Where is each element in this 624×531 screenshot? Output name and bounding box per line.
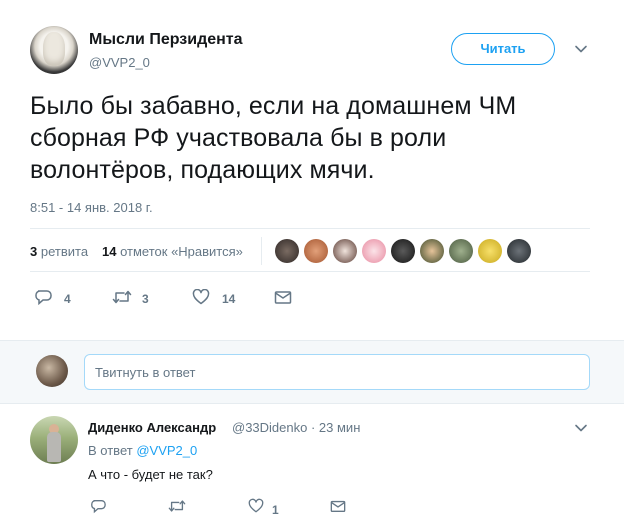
author-handle[interactable]: @VVP2_0 bbox=[89, 55, 150, 70]
retweet-icon bbox=[112, 290, 132, 304]
tweet-text: Было бы забавно, если на домашнем ЧМ сбо… bbox=[30, 92, 517, 184]
reply-author-avatar[interactable] bbox=[30, 416, 78, 464]
liker-avatar[interactable] bbox=[391, 239, 415, 263]
like-stat[interactable]: 14 отметок «Нравится» bbox=[102, 244, 243, 259]
reply-icon bbox=[91, 500, 106, 514]
liker-avatar[interactable] bbox=[275, 239, 299, 263]
reply-author-meta: @33Didenko · 23 мин bbox=[232, 420, 360, 435]
liker-avatar[interactable] bbox=[333, 239, 357, 263]
retweet-icon bbox=[168, 500, 186, 512]
in-reply-prefix: В ответ bbox=[88, 443, 133, 458]
liker-avatar[interactable] bbox=[507, 239, 531, 263]
author-name[interactable]: Мысли Перзидента bbox=[89, 31, 243, 49]
liker-avatar[interactable] bbox=[449, 239, 473, 263]
reply-reply-action[interactable] bbox=[90, 498, 106, 518]
chevron-down-icon[interactable] bbox=[574, 42, 588, 56]
reply-author-handle[interactable]: @33Didenko bbox=[232, 420, 307, 435]
chevron-down-icon[interactable] bbox=[574, 421, 588, 435]
in-reply-to: В ответ @VVP2_0 bbox=[88, 443, 197, 458]
retweet-stat[interactable]: 3 ретвита bbox=[30, 244, 88, 259]
liker-avatar[interactable] bbox=[420, 239, 444, 263]
reply-compose-bar: Твитнуть в ответ bbox=[0, 340, 624, 404]
reply-count: 4 bbox=[64, 292, 71, 306]
reply-icon bbox=[35, 290, 52, 305]
liker-avatar[interactable] bbox=[304, 239, 328, 263]
heart-icon bbox=[248, 498, 264, 513]
retweet-label: ретвита bbox=[40, 244, 89, 259]
like-count: 14 bbox=[102, 244, 117, 259]
envelope-icon bbox=[330, 500, 346, 512]
retweet-count: 3 bbox=[30, 244, 38, 259]
envelope-icon bbox=[274, 291, 292, 304]
reply-like-count: 1 bbox=[272, 503, 279, 517]
liker-avatar[interactable] bbox=[362, 239, 386, 263]
tweet-main: Мысли Перзидента @VVP2_0 Читать Было бы … bbox=[0, 0, 624, 340]
tweet-actions: 4 3 14 bbox=[30, 287, 330, 307]
liker-avatar[interactable] bbox=[478, 239, 502, 263]
author-avatar[interactable] bbox=[30, 26, 78, 74]
follow-button[interactable]: Читать bbox=[451, 33, 555, 65]
current-user-avatar[interactable] bbox=[36, 355, 68, 387]
reply-actions: 1 bbox=[88, 498, 388, 518]
retweet-count: 3 bbox=[142, 292, 149, 306]
reply-time[interactable]: · 23 мин bbox=[311, 420, 360, 435]
tweet-stats: 3 ретвита 14 отметок «Нравится» bbox=[30, 228, 590, 272]
reply-like-action[interactable]: 1 bbox=[248, 498, 279, 518]
in-reply-handle-link[interactable]: @VVP2_0 bbox=[136, 443, 197, 458]
heart-icon bbox=[192, 289, 210, 305]
like-count-action: 14 bbox=[222, 292, 236, 306]
reply-input[interactable]: Твитнуть в ответ bbox=[84, 354, 590, 390]
like-label: отметок «Нравится» bbox=[120, 244, 243, 259]
reply-author-name[interactable]: Диденко Александр bbox=[88, 420, 216, 435]
stats-divider bbox=[261, 237, 262, 265]
reply-tweet: Диденко Александр @33Didenko · 23 мин В … bbox=[0, 405, 624, 531]
reply-retweet-action[interactable] bbox=[168, 498, 186, 518]
tweet-timestamp[interactable]: 8:51 - 14 янв. 2018 г. bbox=[30, 200, 153, 215]
reply-dm-action[interactable] bbox=[330, 498, 346, 518]
reply-text: А что - будет не так? bbox=[88, 467, 213, 482]
